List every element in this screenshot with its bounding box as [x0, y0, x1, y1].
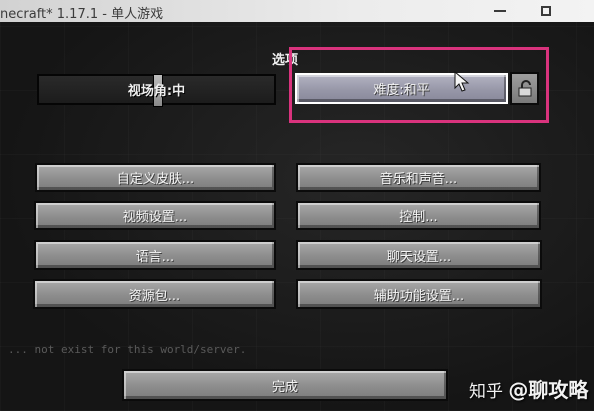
fov-slider[interactable]: 视场角:中: [37, 74, 276, 107]
chat-message: ... not exist for this world/server.: [8, 343, 247, 356]
language-label: 语言...: [135, 249, 175, 265]
accessibility-settings-button[interactable]: 辅助功能设置...: [296, 279, 542, 309]
minimize-icon[interactable]: [494, 10, 506, 12]
watermark-author: @聊攻略: [508, 378, 589, 402]
chat-settings-label: 聊天设置...: [386, 249, 452, 265]
skin-customization-label: 自定义皮肤...: [116, 172, 195, 187]
maximize-icon[interactable]: [541, 6, 551, 16]
video-settings-label: 视频设置...: [122, 210, 188, 225]
skin-customization-button[interactable]: 自定义皮肤...: [35, 163, 276, 192]
music-sounds-label: 音乐和声音...: [379, 172, 458, 187]
watermark-site: 知乎: [469, 382, 503, 402]
options-screen: 选项 视场角:中 难度:和平 自定义皮肤... 音乐和声音... 视频设置...…: [0, 22, 594, 411]
window-title: necraft* 1.17.1 - 单人游戏: [0, 7, 164, 22]
controls-button[interactable]: 控制...: [296, 201, 541, 230]
language-button[interactable]: 语言...: [34, 240, 276, 270]
window-titlebar: necraft* 1.17.1 - 单人游戏: [0, 0, 594, 22]
watermark: 知乎 @聊攻略: [469, 374, 588, 403]
controls-label: 控制...: [399, 210, 438, 225]
video-settings-button[interactable]: 视频设置...: [34, 201, 276, 230]
resource-packs-button[interactable]: 资源包...: [33, 279, 276, 309]
music-sounds-button[interactable]: 音乐和声音...: [296, 163, 541, 192]
mouse-cursor-icon: [454, 71, 470, 92]
highlight-box: [289, 47, 549, 123]
fov-slider-label: 视场角:中: [127, 84, 186, 99]
done-button[interactable]: 完成: [122, 369, 448, 401]
done-button-label: 完成: [271, 379, 298, 395]
chat-settings-button[interactable]: 聊天设置...: [296, 240, 542, 270]
resource-packs-label: 资源包...: [128, 288, 181, 304]
accessibility-settings-label: 辅助功能设置...: [373, 288, 465, 304]
